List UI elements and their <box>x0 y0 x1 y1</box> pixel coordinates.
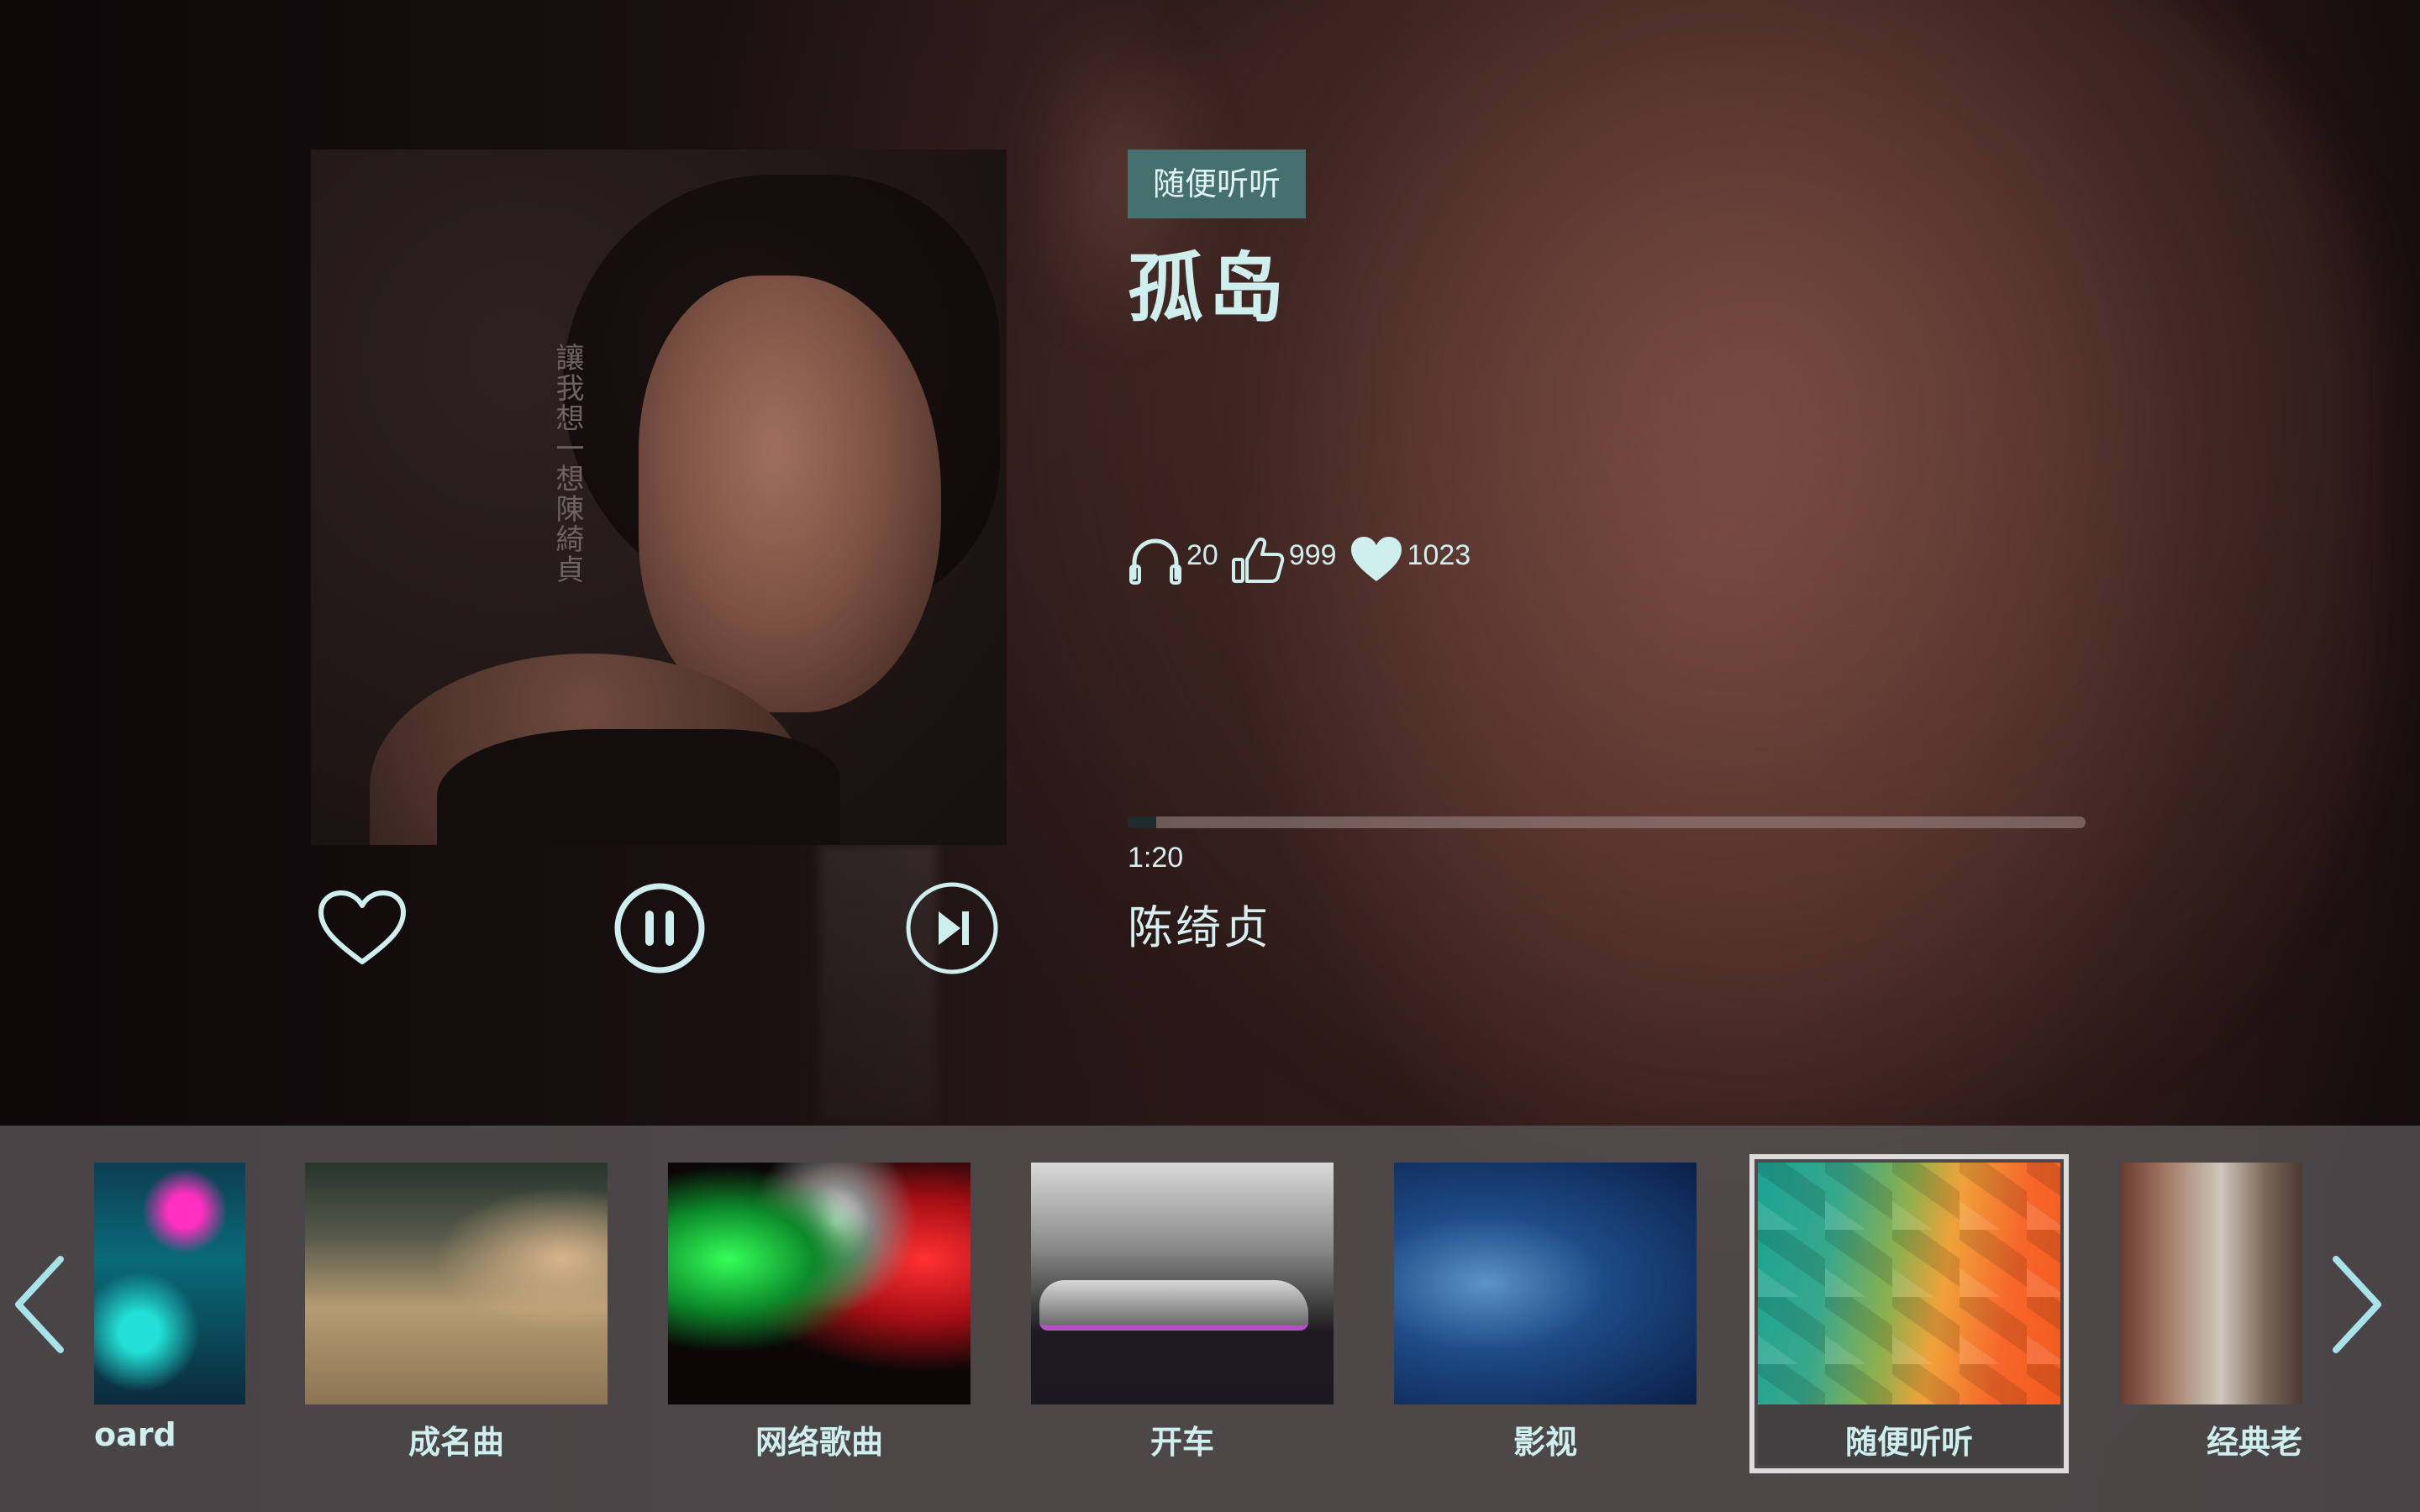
carousel-card[interactable]: 成名曲 <box>305 1163 608 1465</box>
song-stats: 20 999 1023 <box>1128 534 1482 593</box>
chevron-right-icon <box>2333 1256 2381 1353</box>
card-label: oard <box>94 1416 176 1453</box>
hearts-count: 1023 <box>1407 539 1471 571</box>
card-label: 开车 <box>1150 1424 1214 1461</box>
carousel-next-button[interactable] <box>2319 1250 2395 1359</box>
carousel-card[interactable]: 影视 <box>1394 1163 1697 1465</box>
carousel-card-selected[interactable]: 随便听听 <box>1749 1154 2069 1473</box>
carousel-card[interactable]: 网络歌曲 <box>668 1163 971 1465</box>
album-art-face <box>639 276 941 712</box>
like-button[interactable] <box>316 882 408 974</box>
elapsed-time: 1:20 <box>1128 842 1184 874</box>
headphones-icon <box>1129 538 1181 585</box>
pause-circle-icon <box>614 883 705 974</box>
pause-button[interactable] <box>612 880 708 976</box>
card-label: 网络歌曲 <box>755 1424 883 1461</box>
card-label: 影视 <box>1512 1424 1577 1461</box>
playlist-tag: 随便听听 <box>1128 150 1307 218</box>
card-thumbnail <box>1758 1163 2060 1404</box>
card-thumbnail <box>1394 1163 1697 1404</box>
heart-filled-icon <box>1350 537 1402 581</box>
carousel-card[interactable]: oard <box>0 1163 245 1465</box>
hearts-stat[interactable]: 1023 <box>1349 534 1471 585</box>
song-title: 孤岛 <box>1128 244 1289 333</box>
carousel-card[interactable]: 经典老 <box>2121 1163 2306 1465</box>
progress-bar[interactable] <box>1128 816 2086 828</box>
playlist-carousel: oard 成名曲 网络歌曲 开车 影视 随便听听 经典老 <box>0 1126 2420 1512</box>
progress-fill <box>1128 816 1157 828</box>
carousel-card[interactable]: 开车 <box>1031 1163 1334 1465</box>
listens-stat: 20 <box>1128 534 1218 586</box>
card-thumbnail <box>1031 1163 1334 1404</box>
skip-next-circle-icon <box>906 882 998 974</box>
card-thumbnail <box>668 1163 971 1404</box>
album-art-clothing <box>437 729 840 845</box>
heart-outline-icon <box>318 890 406 964</box>
card-label: 随便听听 <box>1844 1424 1973 1461</box>
card-label: 成名曲 <box>408 1424 504 1461</box>
artist-name: 陈绮贞 <box>1128 901 1271 954</box>
card-thumbnail <box>2121 1163 2302 1404</box>
card-thumbnail <box>94 1163 245 1404</box>
album-art-text: 讓我想一想陳綺貞 <box>550 343 584 585</box>
player-screen: 讓我想一想陳綺貞 随便听听 孤岛 20 999 1023 1:20 陈绮贞 oa… <box>0 0 2420 1512</box>
next-button[interactable] <box>904 880 1000 976</box>
thumbs-up-stat[interactable]: 999 <box>1230 534 1337 586</box>
card-thumbnail <box>305 1163 608 1404</box>
thumbs-up-count: 999 <box>1288 539 1337 571</box>
listens-count: 20 <box>1186 539 1218 571</box>
drive-car <box>1039 1280 1308 1331</box>
thumbs-up-icon <box>1231 537 1285 583</box>
card-label: 经典老 <box>2206 1424 2302 1461</box>
album-art: 讓我想一想陳綺貞 <box>311 150 1007 845</box>
